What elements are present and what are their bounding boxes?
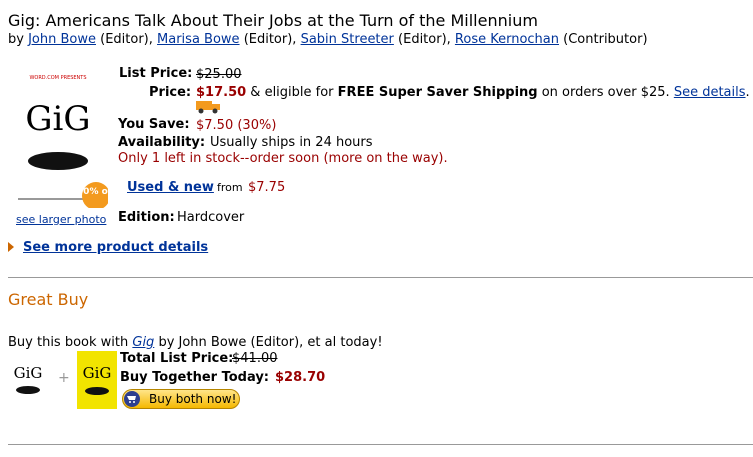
book-cover-image[interactable]: WORD.COM PRESENTS GiG 30% off <box>8 68 116 210</box>
great-buy-intro-prefix: Buy this book with <box>8 335 133 350</box>
see-details-tail: . <box>745 85 750 100</box>
price-value: $17.50 <box>196 85 247 100</box>
buy-together-price: $28.70 <box>275 370 326 385</box>
price-label: Price: <box>149 85 192 100</box>
shipping-prefix: & eligible for <box>246 85 338 100</box>
byline: by John Bowe (Editor), Marisa Bowe (Edit… <box>8 32 648 47</box>
bundle-book-1-logo: GiG <box>14 364 43 382</box>
bundle-book-2-logo: GiG <box>83 364 112 382</box>
contributor-role-3: (Editor), <box>398 32 451 47</box>
arrow-right-icon <box>8 242 14 252</box>
great-buy-intro: Buy this book with Gig by John Bowe (Edi… <box>8 335 383 350</box>
cover-footer-line <box>18 198 86 200</box>
list-price-label: List Price: <box>119 66 193 81</box>
cover-publisher: WORD.COM PRESENTS <box>29 75 86 81</box>
bundle-book-1-image[interactable]: GiG <box>8 352 48 408</box>
shipping-truck-icon <box>196 99 222 118</box>
great-buy-intro-suffix: by John Bowe (Editor), et al today! <box>154 335 383 350</box>
total-list-price-label: Total List Price: <box>120 351 234 366</box>
great-buy-book-link[interactable]: Gig <box>132 335 154 350</box>
contributor-link-2[interactable]: Marisa Bowe <box>157 32 240 47</box>
total-list-price-value: $41.00 <box>232 351 278 366</box>
availability-value: Usually ships in 24 hours <box>210 135 373 150</box>
plus-sign: + <box>58 370 70 386</box>
see-more-details-link[interactable]: See more product details <box>23 240 208 255</box>
buy-both-now-button[interactable]: Buy both now! <box>122 389 240 409</box>
stock-note: Only 1 left in stock--order soon (more o… <box>118 151 448 166</box>
contributor-link-3[interactable]: Sabin Streeter <box>301 32 394 47</box>
contributor-link-1[interactable]: John Bowe <box>28 32 96 47</box>
contributor-role-4: (Contributor) <box>563 32 648 47</box>
see-larger-photo-link[interactable]: see larger photo <box>16 213 106 226</box>
availability-label: Availability: <box>118 135 206 150</box>
see-details-link[interactable]: See details <box>674 85 746 100</box>
by-label: by <box>8 32 24 47</box>
contributor-link-4[interactable]: Rose Kernochan <box>455 32 559 47</box>
used-from-label: from <box>217 181 243 194</box>
shipping-offer: FREE Super Saver Shipping <box>337 85 538 100</box>
cart-icon <box>124 391 140 407</box>
discount-badge-text: 30% off <box>77 187 108 197</box>
used-price: $7.75 <box>248 180 286 195</box>
cover-ellipse <box>28 152 88 170</box>
product-title: Gig: Americans Talk About Their Jobs at … <box>8 11 538 30</box>
contributor-role-1: (Editor), <box>100 32 153 47</box>
contributor-role-2: (Editor), <box>243 32 297 47</box>
you-save-label: You Save: <box>118 117 190 132</box>
cover-logo: GiG <box>25 99 90 139</box>
used-and-new-link[interactable]: Used & new <box>127 180 214 195</box>
shipping-suffix: on orders over $25. <box>537 85 674 100</box>
edition-value: Hardcover <box>177 210 245 225</box>
divider-top <box>8 277 753 278</box>
list-price-value: $25.00 <box>196 67 242 82</box>
you-save-value: $7.50 (30%) <box>196 118 277 133</box>
price-line: $17.50 & eligible for FREE Super Saver S… <box>196 85 750 100</box>
buy-together-label: Buy Together Today: <box>120 370 270 385</box>
bundle-book-2-image[interactable]: GiG <box>77 351 117 409</box>
great-buy-heading: Great Buy <box>8 290 89 309</box>
divider-bottom <box>8 444 753 445</box>
buy-both-now-label: Buy both now! <box>149 392 237 406</box>
edition-label: Edition: <box>118 210 175 225</box>
